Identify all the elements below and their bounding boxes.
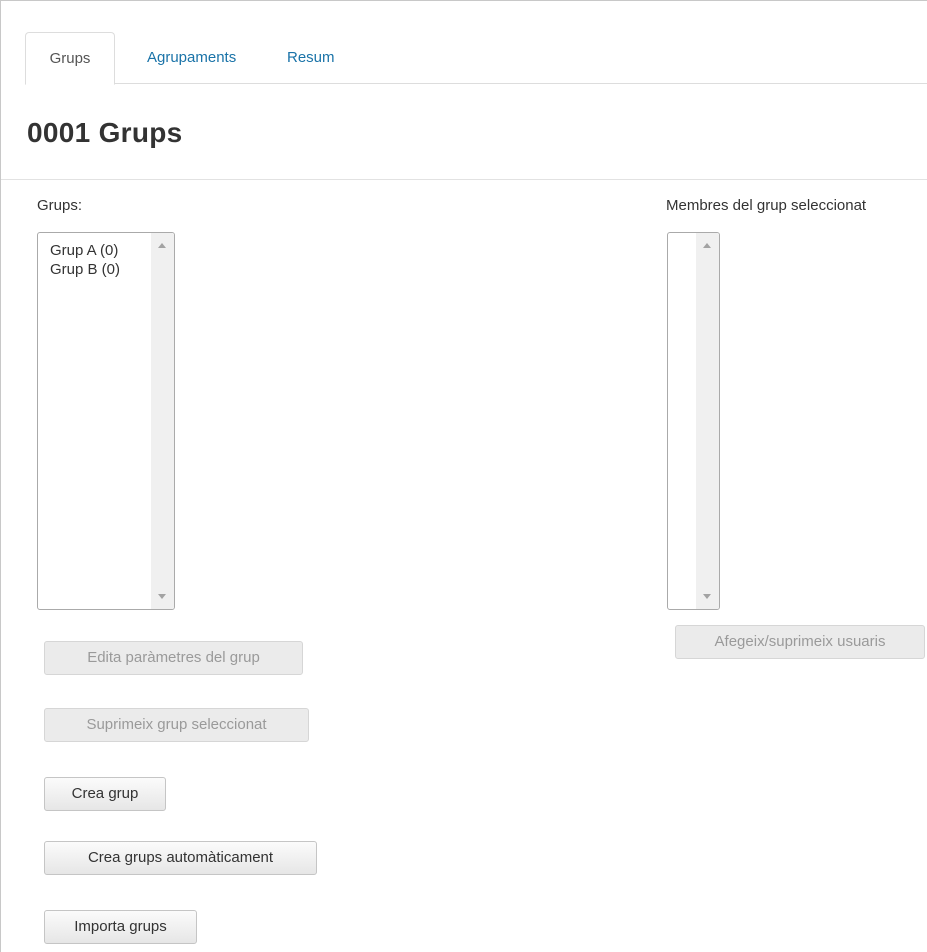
page-title: 0001 Grups bbox=[27, 117, 183, 148]
tab-agrupaments[interactable]: Agrupaments bbox=[131, 32, 252, 84]
divider bbox=[1, 179, 927, 180]
auto-create-groups-button[interactable]: Crea grups automàticament bbox=[44, 841, 317, 875]
scroll-up-icon[interactable] bbox=[703, 243, 711, 248]
create-group-button[interactable]: Crea grup bbox=[44, 777, 166, 811]
page-frame: Grups Agrupaments Resum 0001 Grups Grups… bbox=[0, 0, 927, 952]
scroll-down-icon[interactable] bbox=[158, 594, 166, 599]
scroll-down-icon[interactable] bbox=[703, 594, 711, 599]
import-groups-button[interactable]: Importa grups bbox=[44, 910, 197, 944]
groups-label: Grups: bbox=[37, 197, 83, 214]
group-option-b[interactable]: Grup B (0) bbox=[38, 260, 150, 279]
members-label: Membres del grup seleccionat bbox=[666, 197, 867, 214]
edit-group-button[interactable]: Edita paràmetres del grup bbox=[44, 641, 303, 675]
tab-bar: Grups Agrupaments Resum bbox=[25, 32, 927, 85]
tab-resum[interactable]: Resum bbox=[271, 32, 351, 84]
members-listbox[interactable] bbox=[667, 232, 720, 610]
delete-group-button[interactable]: Suprimeix grup seleccionat bbox=[44, 708, 309, 742]
groups-scrollbar[interactable] bbox=[151, 233, 174, 609]
scroll-up-icon[interactable] bbox=[158, 243, 166, 248]
members-scrollbar[interactable] bbox=[696, 233, 719, 609]
add-remove-users-button[interactable]: Afegeix/suprimeix usuaris bbox=[675, 625, 925, 659]
tab-grups[interactable]: Grups bbox=[25, 32, 115, 85]
group-option-a[interactable]: Grup A (0) bbox=[38, 241, 150, 260]
groups-listbox[interactable]: Grup A (0) Grup B (0) bbox=[37, 232, 175, 610]
